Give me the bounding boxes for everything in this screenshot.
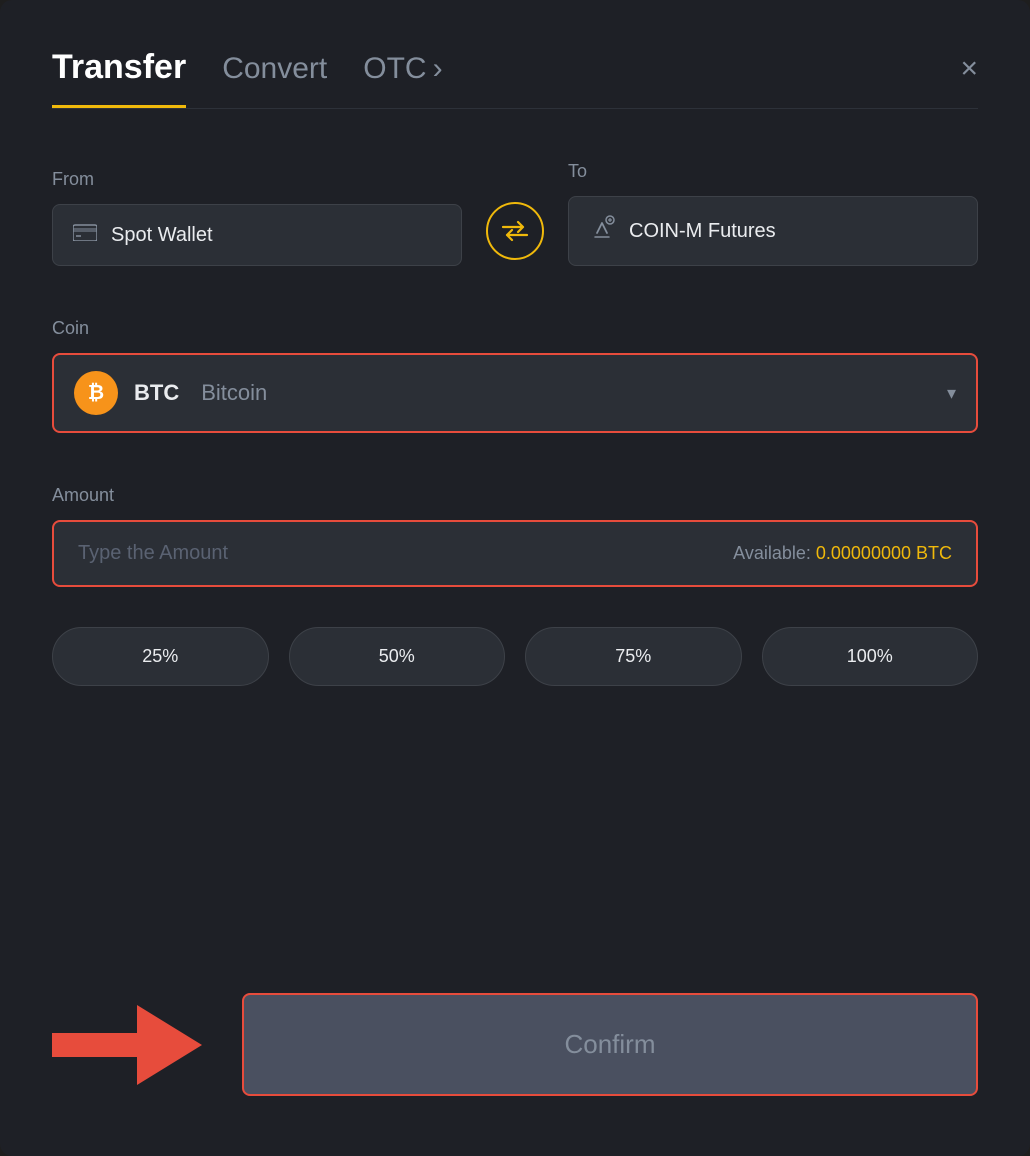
bottom-section: Confirm — [52, 993, 978, 1096]
coin-chevron-down-icon: ▾ — [947, 383, 956, 404]
percent-row: 25% 50% 75% 100% — [52, 627, 978, 686]
tab-convert[interactable]: Convert — [222, 52, 327, 104]
coin-full-name: Bitcoin — [201, 380, 267, 406]
transfer-modal: Transfer Convert OTC › × From Spot Walle… — [0, 0, 1030, 1156]
arrow-wrapper — [52, 995, 202, 1095]
tab-otc[interactable]: OTC › — [363, 52, 442, 104]
from-to-row: From Spot Wallet — [52, 161, 978, 266]
coin-section: Coin ₿ BTC Bitcoin ▾ — [52, 318, 978, 433]
wallet-card-icon — [73, 223, 97, 247]
from-label: From — [52, 169, 462, 190]
available-label: Available: — [733, 543, 816, 563]
to-label: To — [568, 161, 978, 182]
swap-container — [462, 202, 568, 266]
amount-input-box[interactable]: Type the Amount Available: 0.00000000 BT… — [52, 520, 978, 587]
amount-section: Amount Type the Amount Available: 0.0000… — [52, 485, 978, 587]
swap-button[interactable] — [486, 202, 544, 260]
modal-header: Transfer Convert OTC › × — [52, 48, 978, 108]
to-wallet-select[interactable]: COIN-M Futures — [568, 196, 978, 266]
confirm-button[interactable]: Confirm — [242, 993, 978, 1096]
close-button[interactable]: × — [960, 54, 978, 102]
tab-transfer[interactable]: Transfer — [52, 48, 186, 108]
arrow-right-icon — [52, 995, 202, 1095]
from-wallet-select[interactable]: Spot Wallet — [52, 204, 462, 266]
coin-select-dropdown[interactable]: ₿ BTC Bitcoin ▾ — [52, 353, 978, 433]
to-section: To COIN-M Futures — [568, 161, 978, 266]
btc-icon: ₿ — [74, 371, 118, 415]
available-display: Available: 0.00000000 BTC — [733, 543, 952, 564]
to-wallet-label: COIN-M Futures — [629, 220, 776, 243]
futures-icon — [589, 215, 615, 247]
coin-symbol: BTC — [134, 380, 179, 406]
from-section: From Spot Wallet — [52, 169, 462, 266]
available-value: 0.00000000 BTC — [816, 543, 952, 563]
otc-chevron-icon: › — [433, 52, 443, 86]
header-divider — [52, 108, 978, 109]
percent-75-button[interactable]: 75% — [525, 627, 742, 686]
percent-100-button[interactable]: 100% — [762, 627, 979, 686]
from-wallet-label: Spot Wallet — [111, 224, 213, 247]
coin-label: Coin — [52, 318, 978, 339]
amount-label: Amount — [52, 485, 978, 506]
percent-25-button[interactable]: 25% — [52, 627, 269, 686]
amount-placeholder: Type the Amount — [78, 542, 228, 565]
percent-50-button[interactable]: 50% — [289, 627, 506, 686]
